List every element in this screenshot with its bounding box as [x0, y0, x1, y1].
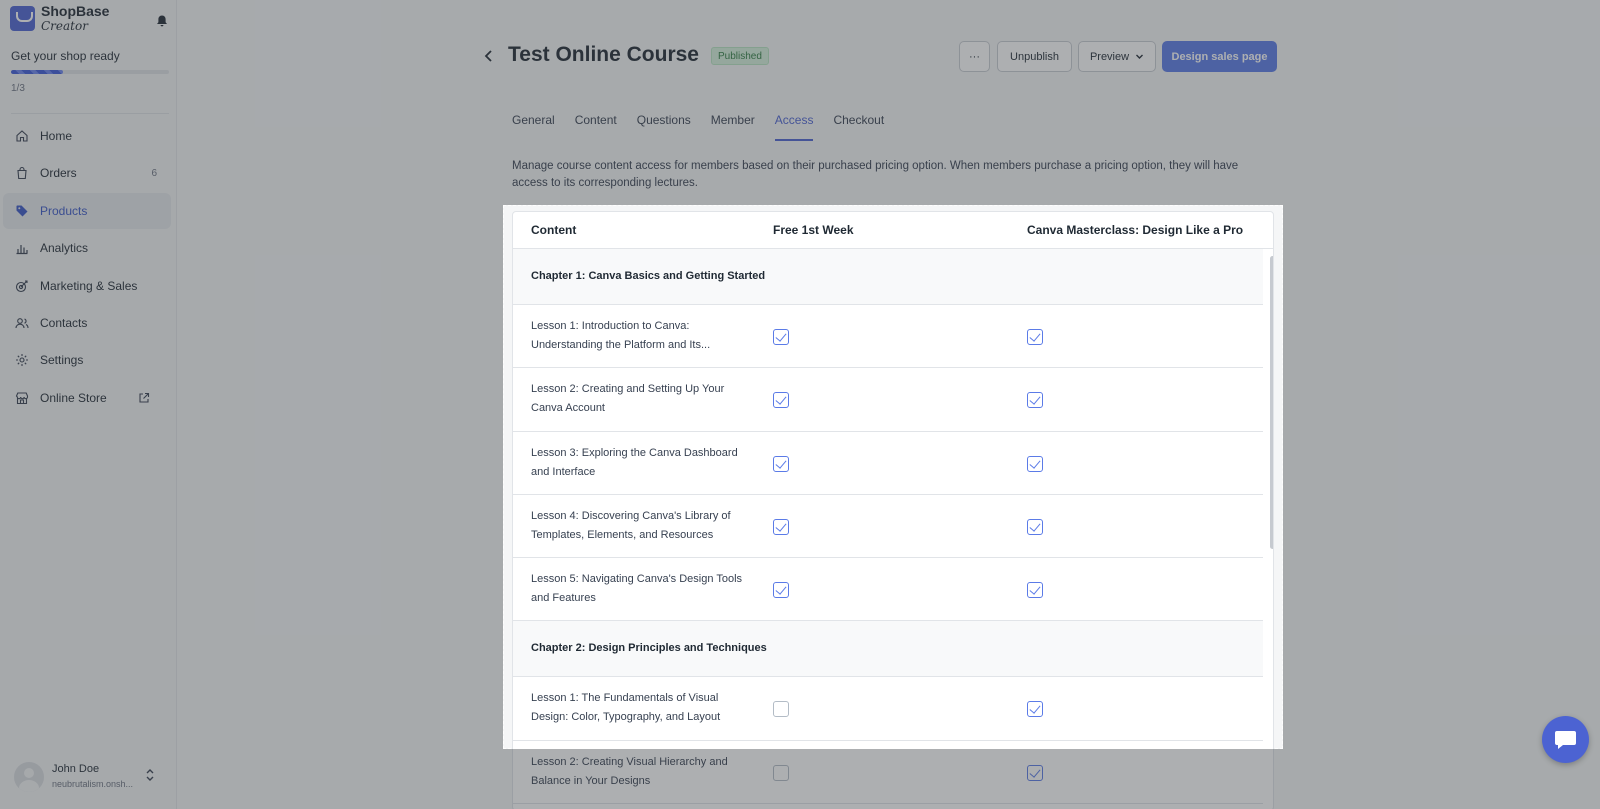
lesson-title: Lesson 4: Discovering Canva's Library of… — [531, 509, 731, 541]
free-1st-week-checkbox[interactable] — [773, 455, 789, 472]
column-header-content: Content — [531, 223, 577, 237]
lesson-row: Lesson 1: Introduction to Canva: Underst… — [513, 305, 1263, 369]
access-table: Content Free 1st Week Canva Masterclass:… — [512, 211, 1274, 809]
lesson-row: Lesson 3: Exploring the Canva Dashboard … — [513, 432, 1263, 495]
lesson-row: Lesson 4: Discovering Canva's Library of… — [513, 495, 1263, 559]
canva-masterclass-checkbox[interactable] — [1027, 582, 1043, 599]
canva-masterclass-checkbox[interactable] — [1027, 392, 1043, 409]
dim-overlay-right — [1283, 205, 1600, 749]
chapter-title: Chapter 2: Design Principles and Techniq… — [531, 642, 767, 655]
free-1st-week-checkbox[interactable] — [773, 392, 789, 409]
column-header-free-1st-week: Free 1st Week — [773, 223, 854, 237]
lesson-title: Lesson 1: The Fundamentals of Visual Des… — [531, 692, 721, 724]
lesson-row: Lesson 2: Creating and Setting Up Your C… — [513, 368, 1263, 432]
table-header: Content Free 1st Week Canva Masterclass:… — [513, 212, 1273, 249]
lesson-title: Lesson 1: Introduction to Canva: Underst… — [531, 320, 711, 351]
lesson-row: Lesson 5: Navigating Canva's Design Tool… — [513, 558, 1263, 622]
chat-bubble-icon — [1555, 731, 1576, 749]
chat-widget-button[interactable] — [1542, 716, 1589, 763]
lesson-title: Lesson 5: Navigating Canva's Design Tool… — [531, 573, 743, 605]
canva-masterclass-checkbox[interactable] — [1027, 455, 1043, 472]
lesson-title: Lesson 3: Exploring the Canva Dashboard … — [531, 446, 738, 478]
canva-masterclass-checkbox[interactable] — [1027, 329, 1043, 345]
dim-overlay-bottom — [0, 749, 1600, 809]
lesson-title: Lesson 2: Creating and Setting Up Your C… — [531, 383, 725, 415]
table-scrollbar[interactable] — [1270, 256, 1273, 549]
dim-overlay-left — [0, 205, 503, 749]
canva-masterclass-checkbox[interactable] — [1027, 701, 1043, 718]
free-1st-week-checkbox[interactable] — [773, 582, 789, 599]
lesson-row: Lesson 1: The Fundamentals of Visual Des… — [513, 677, 1263, 741]
chapter-title: Chapter 1: Canva Basics and Getting Star… — [531, 270, 766, 282]
free-1st-week-checkbox[interactable] — [773, 701, 789, 718]
free-1st-week-checkbox[interactable] — [773, 329, 789, 345]
chapter-row: Chapter 2: Design Principles and Techniq… — [513, 621, 1263, 678]
table-body: Chapter 1: Canva Basics and Getting Star… — [513, 249, 1263, 805]
dim-overlay-top — [0, 0, 1600, 205]
canva-masterclass-checkbox[interactable] — [1027, 518, 1043, 535]
free-1st-week-checkbox[interactable] — [773, 518, 789, 535]
chapter-row: Chapter 1: Canva Basics and Getting Star… — [513, 249, 1263, 305]
column-header-canva-masterclass: Canva Masterclass: Design Like a Pro — [1027, 223, 1244, 237]
